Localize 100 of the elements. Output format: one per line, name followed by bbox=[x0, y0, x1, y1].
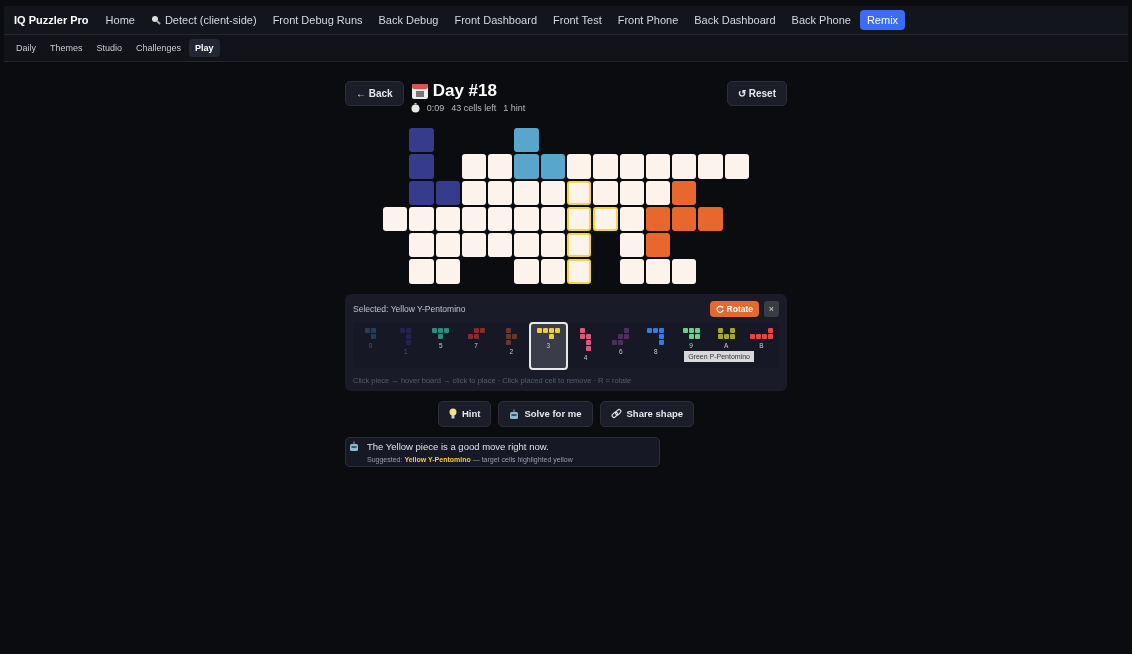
board-cell[interactable] bbox=[672, 154, 697, 179]
board-cell[interactable] bbox=[540, 206, 565, 232]
board-cell[interactable] bbox=[540, 180, 565, 205]
action-button[interactable]: Share shape bbox=[599, 400, 694, 427]
link-icon bbox=[610, 408, 622, 420]
board-cell[interactable] bbox=[645, 259, 671, 284]
board-cell[interactable] bbox=[619, 180, 644, 205]
cells-left-text: 43 cells left bbox=[451, 103, 497, 113]
board-cell[interactable] bbox=[619, 259, 644, 284]
piece-shape-icon bbox=[647, 327, 665, 345]
board-cell[interactable] bbox=[619, 154, 644, 179]
placed-piece-cell[interactable] bbox=[672, 180, 697, 205]
board-cell[interactable] bbox=[461, 180, 487, 205]
nav-link[interactable]: Home bbox=[98, 10, 142, 30]
highlighted-cell[interactable] bbox=[567, 206, 592, 232]
nav-link[interactable]: Front Phone bbox=[610, 10, 686, 30]
piece-shape-icon bbox=[580, 327, 591, 351]
nav-link[interactable]: Back Phone bbox=[784, 10, 858, 30]
board-cell[interactable] bbox=[514, 259, 539, 284]
board-cell[interactable] bbox=[409, 259, 434, 284]
piece-shape-icon bbox=[505, 327, 517, 345]
board-cell[interactable] bbox=[488, 154, 513, 179]
board-cell[interactable] bbox=[461, 233, 487, 258]
sub-tab[interactable]: Play bbox=[189, 39, 220, 57]
nav-link[interactable]: Front Test bbox=[546, 10, 609, 30]
sub-tab[interactable]: Challenges bbox=[130, 39, 188, 57]
placed-piece-cell[interactable] bbox=[409, 128, 434, 153]
nav-link[interactable]: Remix bbox=[859, 10, 906, 30]
piece-shape-icon bbox=[612, 327, 630, 345]
piece-shape-icon bbox=[682, 327, 700, 339]
board-cell[interactable] bbox=[409, 233, 434, 258]
calendar-icon bbox=[410, 82, 429, 100]
action-button[interactable]: Solve for me bbox=[498, 400, 593, 427]
placed-piece-cell[interactable] bbox=[435, 180, 460, 205]
sub-tab[interactable]: Studio bbox=[90, 39, 129, 57]
board-cell[interactable] bbox=[514, 233, 539, 258]
board-cell[interactable] bbox=[567, 154, 592, 179]
placed-piece-cell[interactable] bbox=[514, 128, 539, 153]
board-cell[interactable] bbox=[645, 180, 671, 205]
board-cell[interactable] bbox=[619, 233, 644, 258]
back-button[interactable]: ← Back bbox=[345, 81, 404, 106]
placed-piece-cell[interactable] bbox=[672, 206, 697, 232]
stopwatch-icon bbox=[410, 103, 420, 113]
placed-piece-cell[interactable] bbox=[645, 206, 671, 232]
hint-count-text: 1 hint bbox=[503, 103, 526, 113]
sub-tab[interactable]: Daily bbox=[10, 39, 42, 57]
board-cell[interactable] bbox=[593, 180, 618, 205]
rotate-icon bbox=[715, 304, 724, 313]
board-cell[interactable] bbox=[488, 180, 513, 205]
board-cell[interactable] bbox=[488, 233, 513, 258]
placed-piece-cell[interactable] bbox=[409, 154, 434, 179]
piece-shape-icon bbox=[717, 327, 735, 339]
board-cell[interactable] bbox=[435, 206, 460, 232]
nav-link[interactable]: Front Dashboard bbox=[447, 10, 544, 30]
highlighted-cell[interactable] bbox=[567, 180, 592, 205]
highlighted-cell[interactable] bbox=[567, 233, 592, 258]
board-cell[interactable] bbox=[645, 154, 671, 179]
placed-piece-cell[interactable] bbox=[514, 154, 539, 179]
robot-icon bbox=[349, 440, 359, 451]
placed-piece-cell[interactable] bbox=[409, 180, 434, 205]
piece-shape-icon bbox=[365, 327, 377, 339]
search-icon bbox=[150, 15, 161, 25]
selected-piece-label: Selected: Yellow Y-Pentomino bbox=[353, 303, 467, 314]
action-button[interactable]: Hint bbox=[438, 400, 492, 427]
nav-link[interactable]: Detect (client-side) bbox=[143, 10, 264, 30]
page-title: Day #18 bbox=[432, 81, 497, 101]
board-cell[interactable] bbox=[672, 259, 697, 284]
board-cell[interactable] bbox=[461, 206, 487, 232]
board-cell[interactable] bbox=[619, 206, 644, 232]
board-cell[interactable] bbox=[514, 180, 539, 205]
board-cell[interactable] bbox=[382, 206, 408, 232]
timer-text: 0:09 bbox=[426, 103, 445, 113]
piece-shape-icon bbox=[467, 327, 485, 339]
piece-shape-icon bbox=[749, 327, 773, 339]
piece-shape-icon bbox=[432, 327, 450, 339]
board-cell[interactable] bbox=[435, 233, 460, 258]
board-cell[interactable] bbox=[724, 154, 750, 179]
board-cell[interactable] bbox=[593, 154, 618, 179]
robot-icon bbox=[509, 408, 520, 419]
highlighted-cell[interactable] bbox=[593, 206, 618, 232]
placed-piece-cell[interactable] bbox=[645, 233, 671, 258]
board-cell[interactable] bbox=[698, 154, 723, 179]
reset-button[interactable]: ↺ Reset bbox=[727, 81, 787, 106]
board-cell[interactable] bbox=[488, 206, 513, 232]
placed-piece-cell[interactable] bbox=[540, 154, 565, 179]
nav-link[interactable]: Back Debug bbox=[371, 10, 446, 30]
board-cell[interactable] bbox=[409, 206, 434, 232]
nav-link[interactable]: Back Dashboard bbox=[687, 10, 783, 30]
board-cell[interactable] bbox=[540, 259, 565, 284]
app-brand: IQ Puzzler Pro bbox=[13, 14, 90, 26]
highlighted-cell[interactable] bbox=[567, 259, 592, 284]
close-button[interactable]: × bbox=[764, 300, 779, 317]
board-cell[interactable] bbox=[514, 206, 539, 232]
placed-piece-cell[interactable] bbox=[698, 206, 723, 232]
sub-tab[interactable]: Themes bbox=[44, 39, 89, 57]
board-cell[interactable] bbox=[435, 259, 460, 284]
board-cell[interactable] bbox=[540, 233, 565, 258]
piece-shape-icon bbox=[400, 327, 412, 345]
board-cell[interactable] bbox=[461, 154, 487, 179]
nav-link[interactable]: Front Debug Runs bbox=[265, 10, 370, 30]
